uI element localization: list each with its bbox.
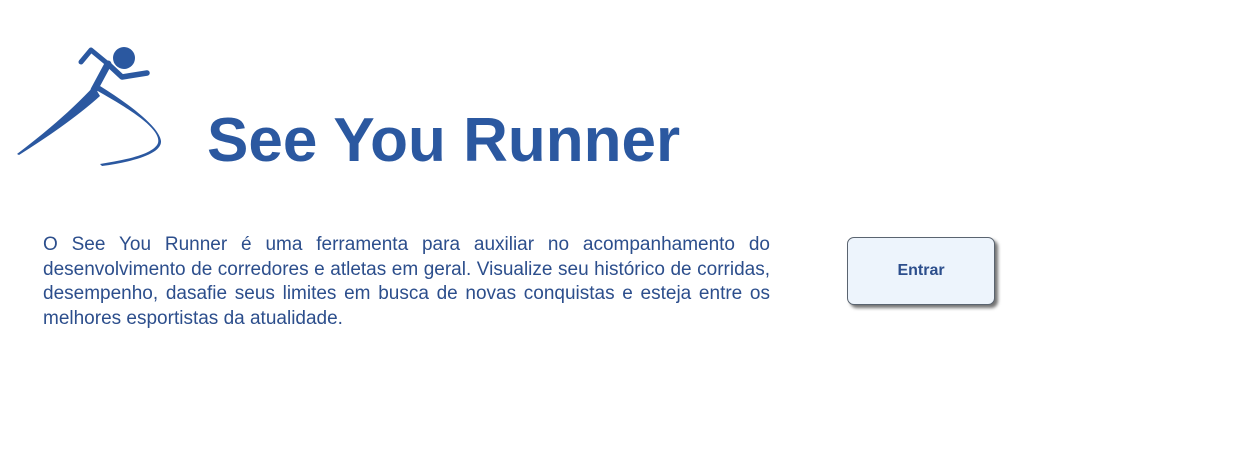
app-description: O See You Runner é uma ferramenta para a… (43, 234, 770, 329)
enter-button[interactable]: Entrar (847, 237, 995, 305)
app-title: See You Runner (207, 106, 681, 175)
runner-icon (14, 40, 164, 170)
